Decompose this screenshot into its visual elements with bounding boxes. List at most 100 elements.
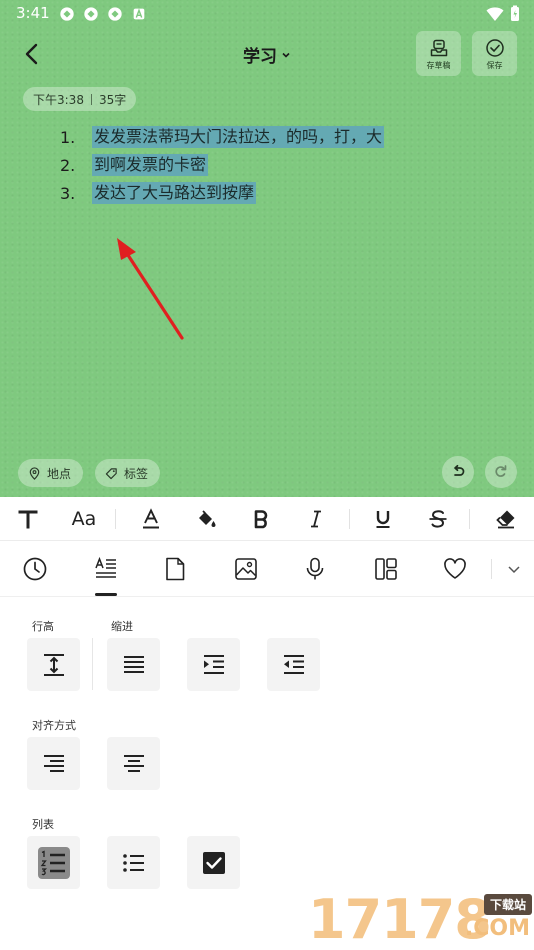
- battery-icon: [511, 5, 519, 21]
- align-right-button[interactable]: [27, 737, 80, 790]
- list-item[interactable]: 2. 到啊发票的卡密: [60, 151, 384, 179]
- note-editor[interactable]: 3:41 学习 存草稿 保存 下午3:38 35字 1. 发发票法蒂玛大门法拉达…: [0, 0, 534, 497]
- app-notification-icon: [60, 7, 74, 21]
- tag-chip[interactable]: 标签: [95, 459, 161, 487]
- panel-divider: [92, 638, 93, 690]
- tab-mood[interactable]: [439, 553, 471, 585]
- note-edit-time: 下午3:38: [33, 92, 84, 107]
- bold-button[interactable]: [245, 503, 277, 535]
- checkbox-icon: [202, 851, 225, 874]
- check-circle-icon: [485, 38, 504, 57]
- indent-decrease-icon: [283, 654, 304, 674]
- save-button[interactable]: 保存: [472, 31, 517, 76]
- note-word-count: 35字: [98, 92, 127, 107]
- align-center-button[interactable]: [107, 737, 160, 790]
- tab-image[interactable]: [230, 553, 262, 585]
- underline-button[interactable]: [367, 503, 399, 535]
- underline-icon: [376, 511, 390, 528]
- undo-button[interactable]: [442, 456, 474, 488]
- heart-icon: [444, 558, 466, 579]
- a-badge-icon: [133, 8, 145, 20]
- align-center-icon: [123, 754, 144, 772]
- tool-tabs: [0, 541, 534, 597]
- highlight-color-button[interactable]: [190, 503, 222, 535]
- italic-button[interactable]: [300, 503, 332, 535]
- draft-box-icon: [430, 39, 447, 56]
- list-item[interactable]: 1. 发发票法蒂玛大门法拉达，的吗，打，大: [60, 123, 385, 151]
- notebook-title: 学习: [243, 47, 277, 67]
- status-time: 3:41: [16, 4, 50, 22]
- list-item-number: 3.: [60, 183, 76, 203]
- app-notification-icon: [84, 7, 98, 21]
- text-style-button[interactable]: [12, 503, 44, 535]
- toolbar-divider: [115, 509, 116, 529]
- align-justify-icon: [123, 655, 144, 673]
- tab-voice[interactable]: [299, 553, 331, 585]
- page-icon: [166, 557, 185, 581]
- watermark-tag: 下载站: [483, 894, 532, 915]
- alignment-label: 对齐方式: [32, 719, 76, 732]
- strikethrough-button[interactable]: [422, 503, 454, 535]
- clear-format-button[interactable]: [490, 503, 522, 535]
- back-button[interactable]: [16, 38, 48, 70]
- line-height-icon: [43, 653, 64, 676]
- toolbar-divider: [491, 559, 492, 579]
- tab-page[interactable]: [159, 553, 191, 585]
- chevron-down-icon: [282, 52, 290, 58]
- bold-icon: [254, 510, 268, 529]
- undo-icon: [454, 464, 465, 476]
- numbered-list-button[interactable]: [27, 836, 80, 889]
- location-chip[interactable]: 地点: [18, 459, 84, 487]
- layout-template-icon: [375, 558, 397, 580]
- font-size-button[interactable]: Aa: [66, 503, 102, 535]
- status-notification-icons: [58, 6, 148, 22]
- tag-chip-label: 标签: [124, 466, 149, 481]
- italic-icon: [311, 510, 321, 528]
- tab-paragraph[interactable]: [90, 553, 122, 585]
- paint-bucket-icon: [199, 510, 216, 527]
- tab-reminder[interactable]: [19, 553, 51, 585]
- notebook-title-dropdown[interactable]: 学习: [243, 42, 291, 67]
- checklist-button[interactable]: [187, 836, 240, 889]
- font-color-button[interactable]: [135, 503, 167, 535]
- text-t-icon: [18, 510, 38, 529]
- list-item[interactable]: 3. 发达了大马路达到按摩: [60, 179, 384, 207]
- list-item-text[interactable]: 发发票法蒂玛大门法拉达，的吗，打，大: [92, 126, 385, 148]
- watermark-number: 17178: [308, 888, 492, 950]
- redo-button[interactable]: [485, 456, 517, 488]
- toolbar-divider: [349, 509, 350, 529]
- indent-increase-icon: [203, 654, 224, 674]
- microphone-icon: [306, 557, 324, 580]
- indent-decrease-button[interactable]: [267, 638, 320, 691]
- watermark-domain: .COM: [464, 916, 530, 941]
- list-item-text[interactable]: 发达了大马路达到按摩: [92, 182, 257, 204]
- format-toolbar: Aa: [0, 497, 534, 541]
- bullet-list-button[interactable]: [107, 836, 160, 889]
- list-item-text[interactable]: 到啊发票的卡密: [92, 154, 209, 176]
- toolbar-divider: [469, 509, 470, 529]
- note-content[interactable]: 1. 发发票法蒂玛大门法拉达，的吗，打，大 2. 到啊发票的卡密 3. 发达了大…: [60, 123, 385, 207]
- bullet-list-icon: [122, 853, 144, 872]
- location-chip-label: 地点: [47, 466, 72, 481]
- numbered-list-icon: [37, 846, 70, 879]
- eraser-icon: [496, 510, 515, 529]
- chevron-left-icon: [25, 43, 38, 65]
- expand-toolbar-button[interactable]: [498, 553, 530, 585]
- chevron-down-icon: [508, 566, 520, 574]
- save-draft-button[interactable]: 存草稿: [416, 31, 461, 76]
- image-icon: [235, 558, 257, 580]
- tag-icon: [105, 467, 117, 479]
- tab-template[interactable]: [370, 553, 402, 585]
- redo-icon: [495, 465, 507, 477]
- font-color-icon: [143, 508, 159, 529]
- annotation-arrow-icon: [117, 238, 184, 340]
- line-height-button[interactable]: [27, 638, 80, 691]
- save-label: 保存: [486, 60, 503, 70]
- strikethrough-icon: [429, 510, 447, 528]
- indent-none-button[interactable]: [107, 638, 160, 691]
- status-system-icons: [486, 5, 520, 22]
- paragraph-format-icon: [95, 556, 116, 578]
- indent-increase-button[interactable]: [187, 638, 240, 691]
- status-bar: 3:41: [0, 0, 534, 28]
- list-item-number: 2.: [60, 155, 76, 175]
